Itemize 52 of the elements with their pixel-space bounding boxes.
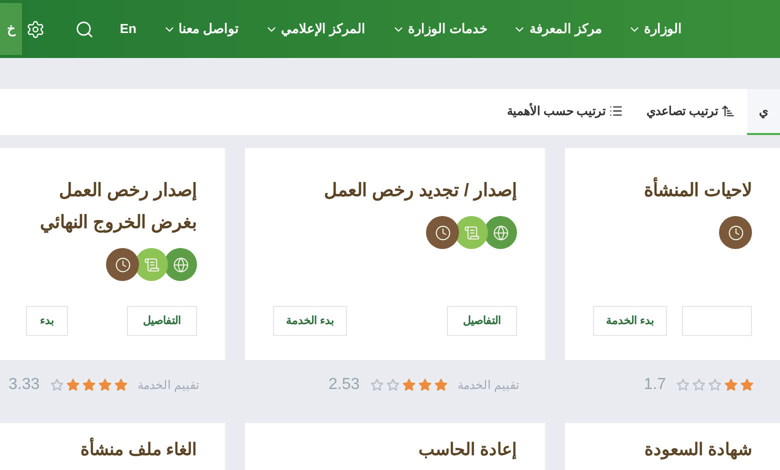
star-icon: [434, 378, 448, 392]
rating-label: تقييم الخدمة: [138, 377, 199, 394]
details-button[interactable]: التفاصيل: [447, 306, 517, 336]
star-icon: [692, 378, 706, 392]
star-icon: [402, 378, 416, 392]
nav-menu-item[interactable]: مركز المعرفة: [513, 19, 602, 39]
service-title: الغاء ملف منشأة: [0, 437, 197, 462]
star-icon: [114, 378, 128, 392]
clock-icon: [719, 216, 752, 249]
nav-menu-item[interactable]: المركز الإعلامي: [265, 19, 366, 39]
list-icon: [608, 104, 623, 118]
star-icon: [386, 378, 400, 392]
service-title: شهادة السعودة: [643, 439, 752, 462]
sort-ascending-icon: [721, 104, 735, 118]
service-title: لاحيات المنشأة: [593, 174, 752, 206]
service-title: إصدار رخص العمل بغرض الخروج النهائي: [38, 179, 197, 235]
search-icon[interactable]: [74, 20, 94, 38]
star-icon: [418, 378, 432, 392]
settings-icon[interactable]: [26, 20, 45, 38]
start-service-button[interactable]: بدء الخدمة: [273, 306, 348, 336]
sort-tab[interactable]: ترتيب تصاعدي: [634, 89, 747, 135]
service-title: إصدار / تجديد رخص العمل: [322, 179, 517, 203]
star-icon: [50, 378, 64, 392]
document-icon: [135, 248, 168, 281]
nav-menu-item[interactable]: تواصل معنا: [162, 19, 240, 39]
edge-tab[interactable]: خ: [0, 3, 22, 55]
star-icon: [724, 378, 738, 392]
start-service-button[interactable]: بدء: [26, 306, 68, 336]
language-link[interactable]: En: [120, 19, 136, 39]
start-service-button[interactable]: بدء الخدمة: [593, 306, 668, 336]
rating-score: 1.7: [644, 375, 666, 395]
star-icon: [370, 378, 384, 392]
rating-score: 2.53: [328, 375, 360, 395]
clock-icon: [106, 248, 139, 281]
star-icon: [708, 378, 722, 392]
globe-icon: [164, 248, 197, 281]
clock-icon: [426, 216, 459, 249]
star-icon: [82, 378, 96, 392]
star-icon: [676, 378, 690, 392]
nav-menu-item[interactable]: الوزارة: [628, 19, 682, 39]
sort-tab[interactable]: ي: [747, 89, 780, 135]
star-icon: [98, 378, 112, 392]
rating-label: تقييم الخدمة: [458, 377, 519, 394]
document-icon: [455, 216, 488, 249]
globe-icon: [484, 216, 517, 249]
service-title: إعادة الحاسب: [417, 439, 517, 462]
rating-score: 3.33: [8, 375, 40, 395]
details-button[interactable]: التفاصيل: [127, 306, 197, 336]
nav-menu-item[interactable]: خدمات الوزارة: [392, 19, 488, 39]
star-icon: [66, 378, 80, 392]
sort-tab[interactable]: ترتيب حسب الأهمية: [494, 89, 635, 135]
star-icon: [740, 378, 754, 392]
